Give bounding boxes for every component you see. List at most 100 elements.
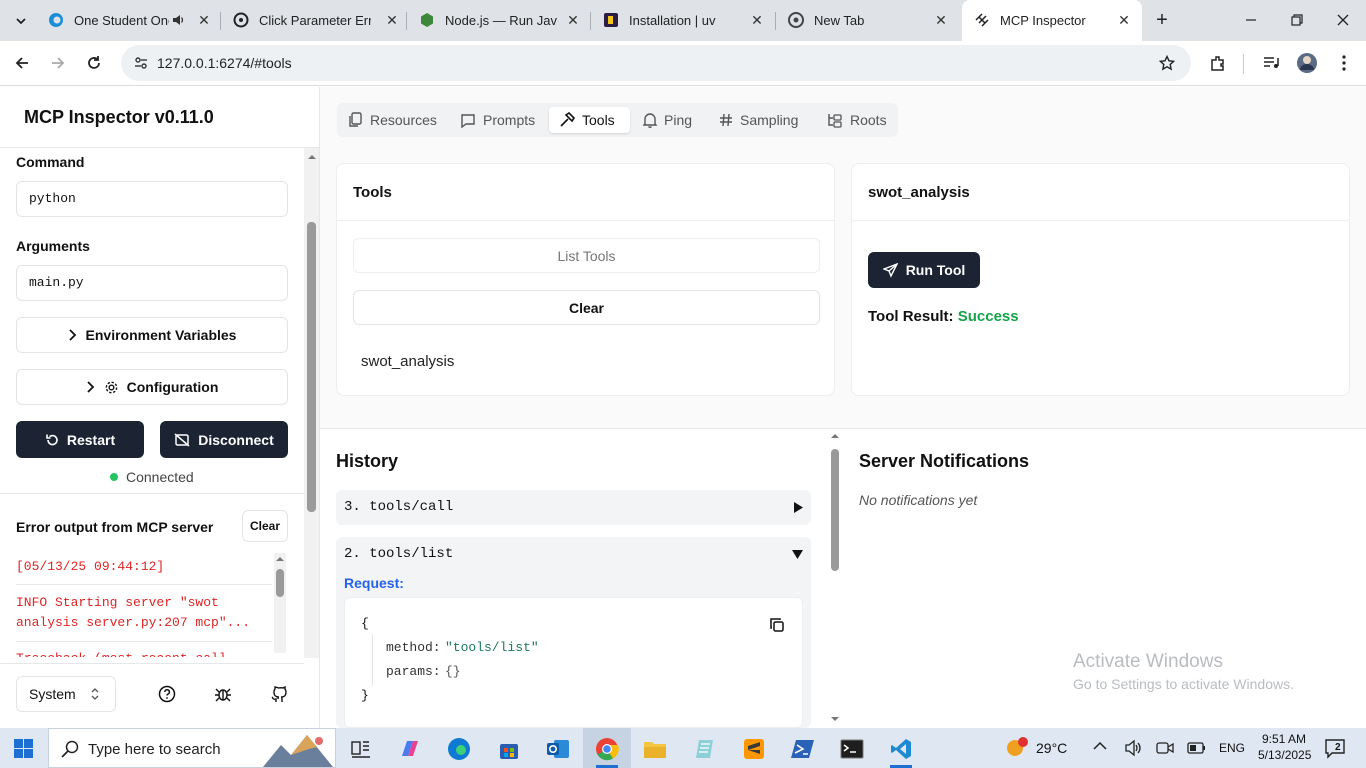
windows-start-icon[interactable] bbox=[14, 739, 34, 759]
tools-card: Tools List Tools Clear swot_analysis bbox=[336, 163, 835, 396]
weather-icon[interactable] bbox=[1004, 736, 1028, 760]
tool-detail-title: swot_analysis bbox=[868, 184, 970, 201]
disconnect-button[interactable]: Disconnect bbox=[160, 421, 288, 458]
media-control-icon[interactable] bbox=[1260, 52, 1282, 74]
more-menu-icon[interactable] bbox=[1333, 52, 1355, 74]
tab-tools[interactable]: Tools bbox=[549, 107, 630, 133]
close-window-button[interactable] bbox=[1328, 8, 1358, 32]
triangle-right-icon[interactable] bbox=[793, 502, 803, 513]
tools-card-title: Tools bbox=[353, 184, 392, 201]
address-bar[interactable]: 127.0.0.1:6274/#tools bbox=[121, 45, 1191, 81]
close-tab-icon[interactable]: ✕ bbox=[1116, 12, 1132, 28]
close-tab-icon[interactable]: ✕ bbox=[749, 12, 765, 28]
files-icon bbox=[349, 112, 363, 128]
command-label: Command bbox=[16, 154, 85, 170]
bookmark-star-icon[interactable] bbox=[1159, 55, 1175, 71]
send-icon bbox=[882, 262, 898, 278]
chevron-up-icon[interactable] bbox=[1093, 741, 1107, 751]
request-label: Request: bbox=[344, 575, 404, 591]
activate-windows-title: Activate Windows bbox=[1073, 651, 1223, 672]
history-scrollbar[interactable] bbox=[829, 431, 841, 725]
back-icon[interactable] bbox=[11, 52, 33, 74]
clear-tools-button[interactable]: Clear bbox=[353, 290, 820, 325]
tab-prompts[interactable]: Prompts bbox=[450, 107, 545, 133]
close-tab-icon[interactable]: ✕ bbox=[384, 12, 400, 28]
list-tools-button[interactable]: List Tools bbox=[353, 238, 820, 273]
browser-tab-2[interactable]: Click Parameter Error ✕ bbox=[221, 0, 407, 41]
gear-icon bbox=[104, 380, 119, 395]
restore-button[interactable] bbox=[1282, 8, 1312, 32]
sidebar: MCP Inspector v0.11.0 Command python Arg… bbox=[0, 87, 320, 728]
browser-tab-6-active[interactable]: MCP Inspector ✕ bbox=[962, 0, 1142, 41]
browser-tab-5[interactable]: New Tab ✕ bbox=[776, 0, 960, 41]
browser-tab-1[interactable]: One Student One ✕ bbox=[36, 0, 221, 41]
chevron-right-icon bbox=[86, 381, 96, 393]
browser-tab-title: MCP Inspector bbox=[1000, 13, 1086, 28]
terminal-icon[interactable] bbox=[839, 736, 865, 762]
store-icon[interactable] bbox=[496, 736, 522, 762]
reload-icon[interactable] bbox=[83, 52, 105, 74]
meet-now-icon[interactable] bbox=[1156, 739, 1174, 757]
github-icon[interactable] bbox=[270, 685, 288, 703]
outlook-icon[interactable] bbox=[545, 736, 571, 762]
file-explorer-icon[interactable] bbox=[642, 736, 668, 762]
environment-variables-button[interactable]: Environment Variables bbox=[16, 317, 288, 353]
history-item[interactable]: 3. tools/call bbox=[336, 490, 811, 525]
powershell-icon[interactable] bbox=[790, 736, 816, 762]
theme-select[interactable]: System bbox=[16, 676, 116, 712]
tab-ping[interactable]: Ping bbox=[633, 107, 702, 133]
tab-search-button[interactable] bbox=[8, 8, 34, 34]
tab-sampling[interactable]: Sampling bbox=[709, 107, 808, 133]
close-tab-icon[interactable]: ✕ bbox=[196, 12, 212, 28]
edge-taskbar-icon[interactable] bbox=[446, 736, 472, 762]
tab-resources[interactable]: Resources bbox=[339, 107, 447, 133]
forward-icon[interactable] bbox=[47, 52, 69, 74]
url-text: 127.0.0.1:6274/#tools bbox=[157, 55, 292, 71]
weather-temp[interactable]: 29°C bbox=[1036, 740, 1067, 756]
help-circle-icon[interactable] bbox=[158, 685, 176, 703]
configuration-button[interactable]: Configuration bbox=[16, 369, 288, 405]
speaker-icon[interactable] bbox=[170, 12, 186, 28]
openai-icon bbox=[233, 12, 249, 28]
site-info-icon[interactable] bbox=[134, 56, 148, 70]
battery-icon[interactable] bbox=[1187, 740, 1207, 756]
tool-list-item[interactable]: swot_analysis bbox=[361, 353, 454, 370]
profile-avatar[interactable] bbox=[1296, 52, 1318, 74]
chevron-down-icon bbox=[16, 18, 26, 25]
bug-icon[interactable] bbox=[214, 685, 232, 703]
close-tab-icon[interactable]: ✕ bbox=[933, 12, 949, 28]
close-tab-icon[interactable]: ✕ bbox=[565, 12, 581, 28]
browser-tab-3[interactable]: Node.js — Run JavaSc ✕ bbox=[407, 0, 591, 41]
browser-tab-4[interactable]: Installation | uv ✕ bbox=[591, 0, 776, 41]
error-line: INFO Starting server "swot analysis serv… bbox=[16, 585, 272, 642]
taskbar-search-box[interactable]: Type here to search bbox=[48, 728, 336, 768]
tool-result: Tool Result: Success bbox=[868, 308, 1019, 325]
uv-icon bbox=[603, 12, 619, 28]
copilot-icon[interactable] bbox=[397, 736, 423, 762]
volume-icon[interactable] bbox=[1124, 739, 1142, 757]
browser-toolbar: 127.0.0.1:6274/#tools bbox=[0, 41, 1366, 86]
history-item-expanded: 2. tools/list Request: { method: "tools/… bbox=[336, 537, 811, 728]
vscode-icon[interactable] bbox=[888, 736, 914, 762]
notifications-empty: No notifications yet bbox=[859, 492, 978, 508]
chrome-taskbar-icon[interactable] bbox=[594, 736, 620, 762]
command-input[interactable]: python bbox=[16, 181, 288, 217]
arguments-input[interactable]: main.py bbox=[16, 265, 288, 301]
notepad-icon[interactable] bbox=[692, 736, 718, 762]
sidebar-scrollbar[interactable] bbox=[304, 148, 319, 658]
taskbar-clock[interactable]: 9:51 AM 5/13/2025 bbox=[1258, 731, 1311, 763]
extensions-icon[interactable] bbox=[1207, 52, 1229, 74]
restart-button[interactable]: Restart bbox=[16, 421, 144, 458]
clear-errors-button[interactable]: Clear bbox=[242, 510, 288, 542]
run-tool-button[interactable]: Run Tool bbox=[868, 252, 980, 288]
input-language[interactable]: ENG bbox=[1219, 741, 1245, 755]
task-view-icon[interactable] bbox=[348, 736, 374, 762]
error-log-scrollbar[interactable] bbox=[274, 553, 286, 653]
tab-roots[interactable]: Roots bbox=[817, 107, 897, 133]
new-tab-button[interactable]: + bbox=[1150, 8, 1174, 32]
minimize-button[interactable] bbox=[1236, 8, 1266, 32]
triangle-down-icon[interactable] bbox=[792, 549, 803, 559]
sublime-text-icon[interactable] bbox=[741, 736, 767, 762]
notification-center-icon[interactable]: 2 bbox=[1324, 737, 1346, 759]
copy-icon[interactable] bbox=[769, 617, 785, 633]
